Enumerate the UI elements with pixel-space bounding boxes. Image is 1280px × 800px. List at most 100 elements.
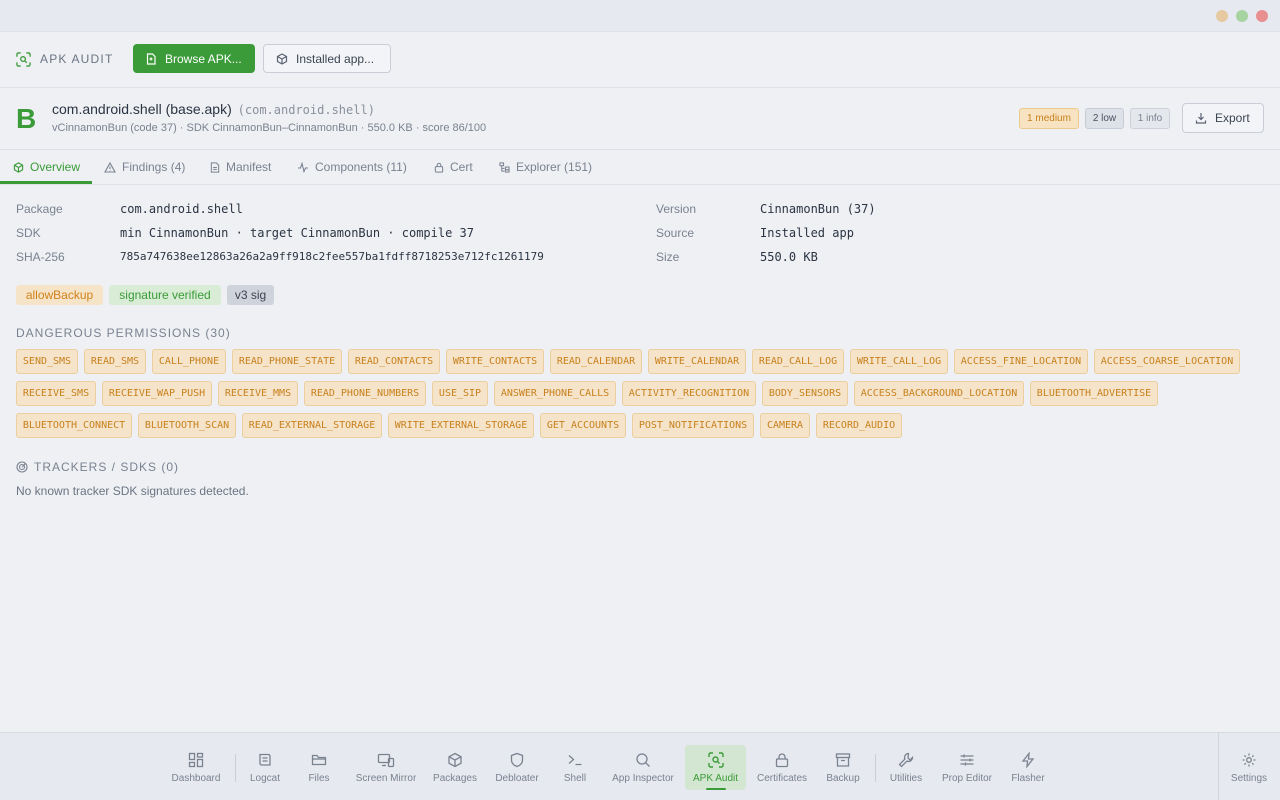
dock-separator	[1218, 733, 1219, 800]
permission-chip: CAMERA	[760, 413, 810, 438]
minimize-button[interactable]	[1216, 10, 1228, 22]
permission-chip: USE_SIP	[432, 381, 488, 406]
severity-info-badge[interactable]: 1 info	[1130, 108, 1170, 129]
package-icon	[13, 161, 24, 173]
tab-cert-label: Cert	[450, 160, 473, 174]
dock-item-app-inspector[interactable]: App Inspector	[608, 745, 678, 790]
dock-label: Flasher	[1011, 773, 1045, 784]
browse-apk-button[interactable]: Browse APK...	[133, 44, 255, 73]
warning-icon	[104, 161, 116, 173]
dock-label: APK Audit	[692, 773, 739, 784]
version-value: CinnamonBun (37)	[760, 202, 876, 216]
search-icon	[636, 753, 650, 767]
severity-medium-badge[interactable]: 1 medium	[1019, 108, 1079, 129]
signature-verified-tag: signature verified	[109, 285, 221, 305]
dock-label: Logcat	[249, 773, 281, 784]
trackers-title-text: TRACKERS / SDKS (0)	[34, 460, 180, 474]
app-name: com.android.shell (base.apk) (com.androi…	[52, 101, 375, 117]
dock-item-dashboard[interactable]: Dashboard	[170, 745, 222, 790]
tab-overview[interactable]: Overview	[13, 150, 80, 184]
allow-backup-tag: allowBackup	[16, 285, 103, 305]
permission-chip: WRITE_CALENDAR	[648, 349, 746, 374]
tab-explorer[interactable]: Explorer (151)	[499, 150, 592, 184]
dock-item-settings[interactable]: Settings	[1228, 745, 1270, 790]
dock-label: Prop Editor	[941, 773, 993, 784]
toolbar: APK AUDIT Browse APK... Installed app...	[0, 32, 1280, 88]
permission-chip: READ_CALL_LOG	[752, 349, 844, 374]
dangerous-permissions-title: DANGEROUS PERMISSIONS (30)	[16, 326, 231, 340]
permission-chip: BLUETOOTH_CONNECT	[16, 413, 132, 438]
app-meta: vCinnamonBun (code 37) · SDK CinnamonBun…	[52, 122, 487, 134]
lock-icon	[434, 162, 444, 173]
dock-label: Backup	[826, 773, 860, 784]
dock-item-certificates[interactable]: Certificates	[754, 745, 810, 790]
screen-mirror-icon	[377, 753, 395, 768]
scan-icon	[16, 51, 31, 67]
tab-components[interactable]: Components (11)	[297, 150, 407, 184]
bottom-dock: Dashboard Logcat Files Screen Mirror Pac…	[0, 732, 1280, 800]
dock-label: Files	[308, 773, 330, 784]
permission-chip: BLUETOOTH_SCAN	[138, 413, 236, 438]
installed-app-button[interactable]: Installed app...	[263, 44, 391, 73]
permission-chip: POST_NOTIFICATIONS	[632, 413, 754, 438]
permission-chip: GET_ACCOUNTS	[540, 413, 626, 438]
package-icon	[448, 752, 462, 768]
dock-label: Utilities	[889, 773, 923, 784]
dock-item-files[interactable]: Files	[301, 745, 337, 790]
gear-icon	[1242, 753, 1256, 767]
sdk-value: min CinnamonBun · target CinnamonBun · c…	[120, 226, 475, 240]
permission-chip: ACCESS_BACKGROUND_LOCATION	[854, 381, 1024, 406]
tab-findings-label: Findings (4)	[122, 160, 186, 174]
source-label: Source	[656, 226, 695, 240]
close-window-button[interactable]	[1256, 10, 1268, 22]
size-label: Size	[656, 250, 680, 264]
permission-chip: READ_PHONE_STATE	[232, 349, 342, 374]
dock-item-prop-editor[interactable]: Prop Editor	[941, 745, 993, 790]
dock-item-apk-audit[interactable]: APK Audit	[685, 745, 746, 790]
sliders-icon	[960, 754, 974, 766]
app-name-text: com.android.shell (base.apk)	[52, 101, 232, 117]
dock-item-screen-mirror[interactable]: Screen Mirror	[353, 745, 419, 790]
tab-manifest[interactable]: Manifest	[210, 150, 271, 184]
installed-app-label: Installed app...	[296, 51, 375, 66]
file-icon	[146, 52, 156, 65]
dock-label: Debloater	[495, 773, 539, 784]
tab-bar: Overview Findings (4) Manifest Component…	[0, 150, 1280, 185]
dock-item-flasher[interactable]: Flasher	[1008, 745, 1048, 790]
dock-item-debloater[interactable]: Debloater	[493, 745, 541, 790]
trackers-section-title: TRACKERS / SDKS (0)	[16, 460, 179, 474]
dock-item-backup[interactable]: Backup	[825, 745, 861, 790]
tab-findings[interactable]: Findings (4)	[104, 150, 185, 184]
tab-components-label: Components (11)	[315, 160, 407, 174]
logcat-icon	[259, 753, 271, 766]
permission-chip: BLUETOOTH_ADVERTISE	[1030, 381, 1158, 406]
permission-chip: RECEIVE_MMS	[218, 381, 298, 406]
page-title-text: APK AUDIT	[40, 52, 114, 66]
shield-icon	[510, 752, 524, 768]
export-button[interactable]: Export	[1182, 103, 1264, 133]
sha256-label: SHA-256	[16, 250, 65, 264]
dock-item-packages[interactable]: Packages	[433, 745, 477, 790]
window-titlebar	[0, 0, 1280, 32]
sdk-label: SDK	[16, 226, 41, 240]
export-label: Export	[1215, 111, 1250, 125]
v3-sig-tag: v3 sig	[227, 285, 274, 305]
dock-item-logcat[interactable]: Logcat	[245, 745, 285, 790]
maximize-button[interactable]	[1236, 10, 1248, 22]
severity-low-badge[interactable]: 2 low	[1085, 108, 1124, 129]
dock-item-utilities[interactable]: Utilities	[886, 745, 926, 790]
tab-cert[interactable]: Cert	[434, 150, 473, 184]
permission-chip: READ_EXTERNAL_STORAGE	[242, 413, 382, 438]
scan-icon	[707, 752, 724, 768]
permission-chip: SEND_SMS	[16, 349, 78, 374]
permission-chip: CALL_PHONE	[152, 349, 226, 374]
document-icon	[210, 161, 220, 173]
permission-chip: RECEIVE_SMS	[16, 381, 96, 406]
dock-item-shell[interactable]: Shell	[560, 745, 590, 790]
dock-label: Dashboard	[171, 773, 221, 784]
package-label: Package	[16, 202, 63, 216]
permission-chip: READ_CONTACTS	[348, 349, 440, 374]
permission-chip: WRITE_CALL_LOG	[850, 349, 948, 374]
bolt-icon	[1021, 752, 1035, 768]
grid-icon	[188, 752, 204, 768]
